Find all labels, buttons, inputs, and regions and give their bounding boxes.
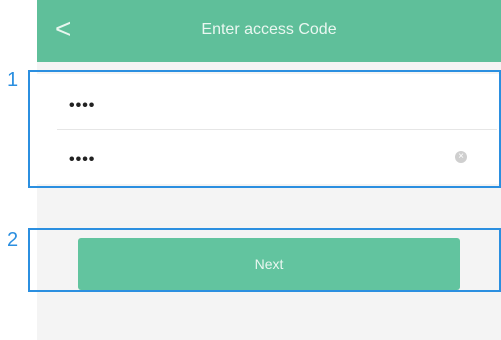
app-header: < Enter access Code [37, 0, 501, 62]
annotation-label-1: 1 [7, 69, 19, 91]
page-title: Enter access Code [201, 21, 337, 38]
annotation-box-2 [28, 228, 501, 292]
annotation-label-2: 2 [7, 229, 19, 251]
annotation-box-1 [28, 70, 501, 188]
